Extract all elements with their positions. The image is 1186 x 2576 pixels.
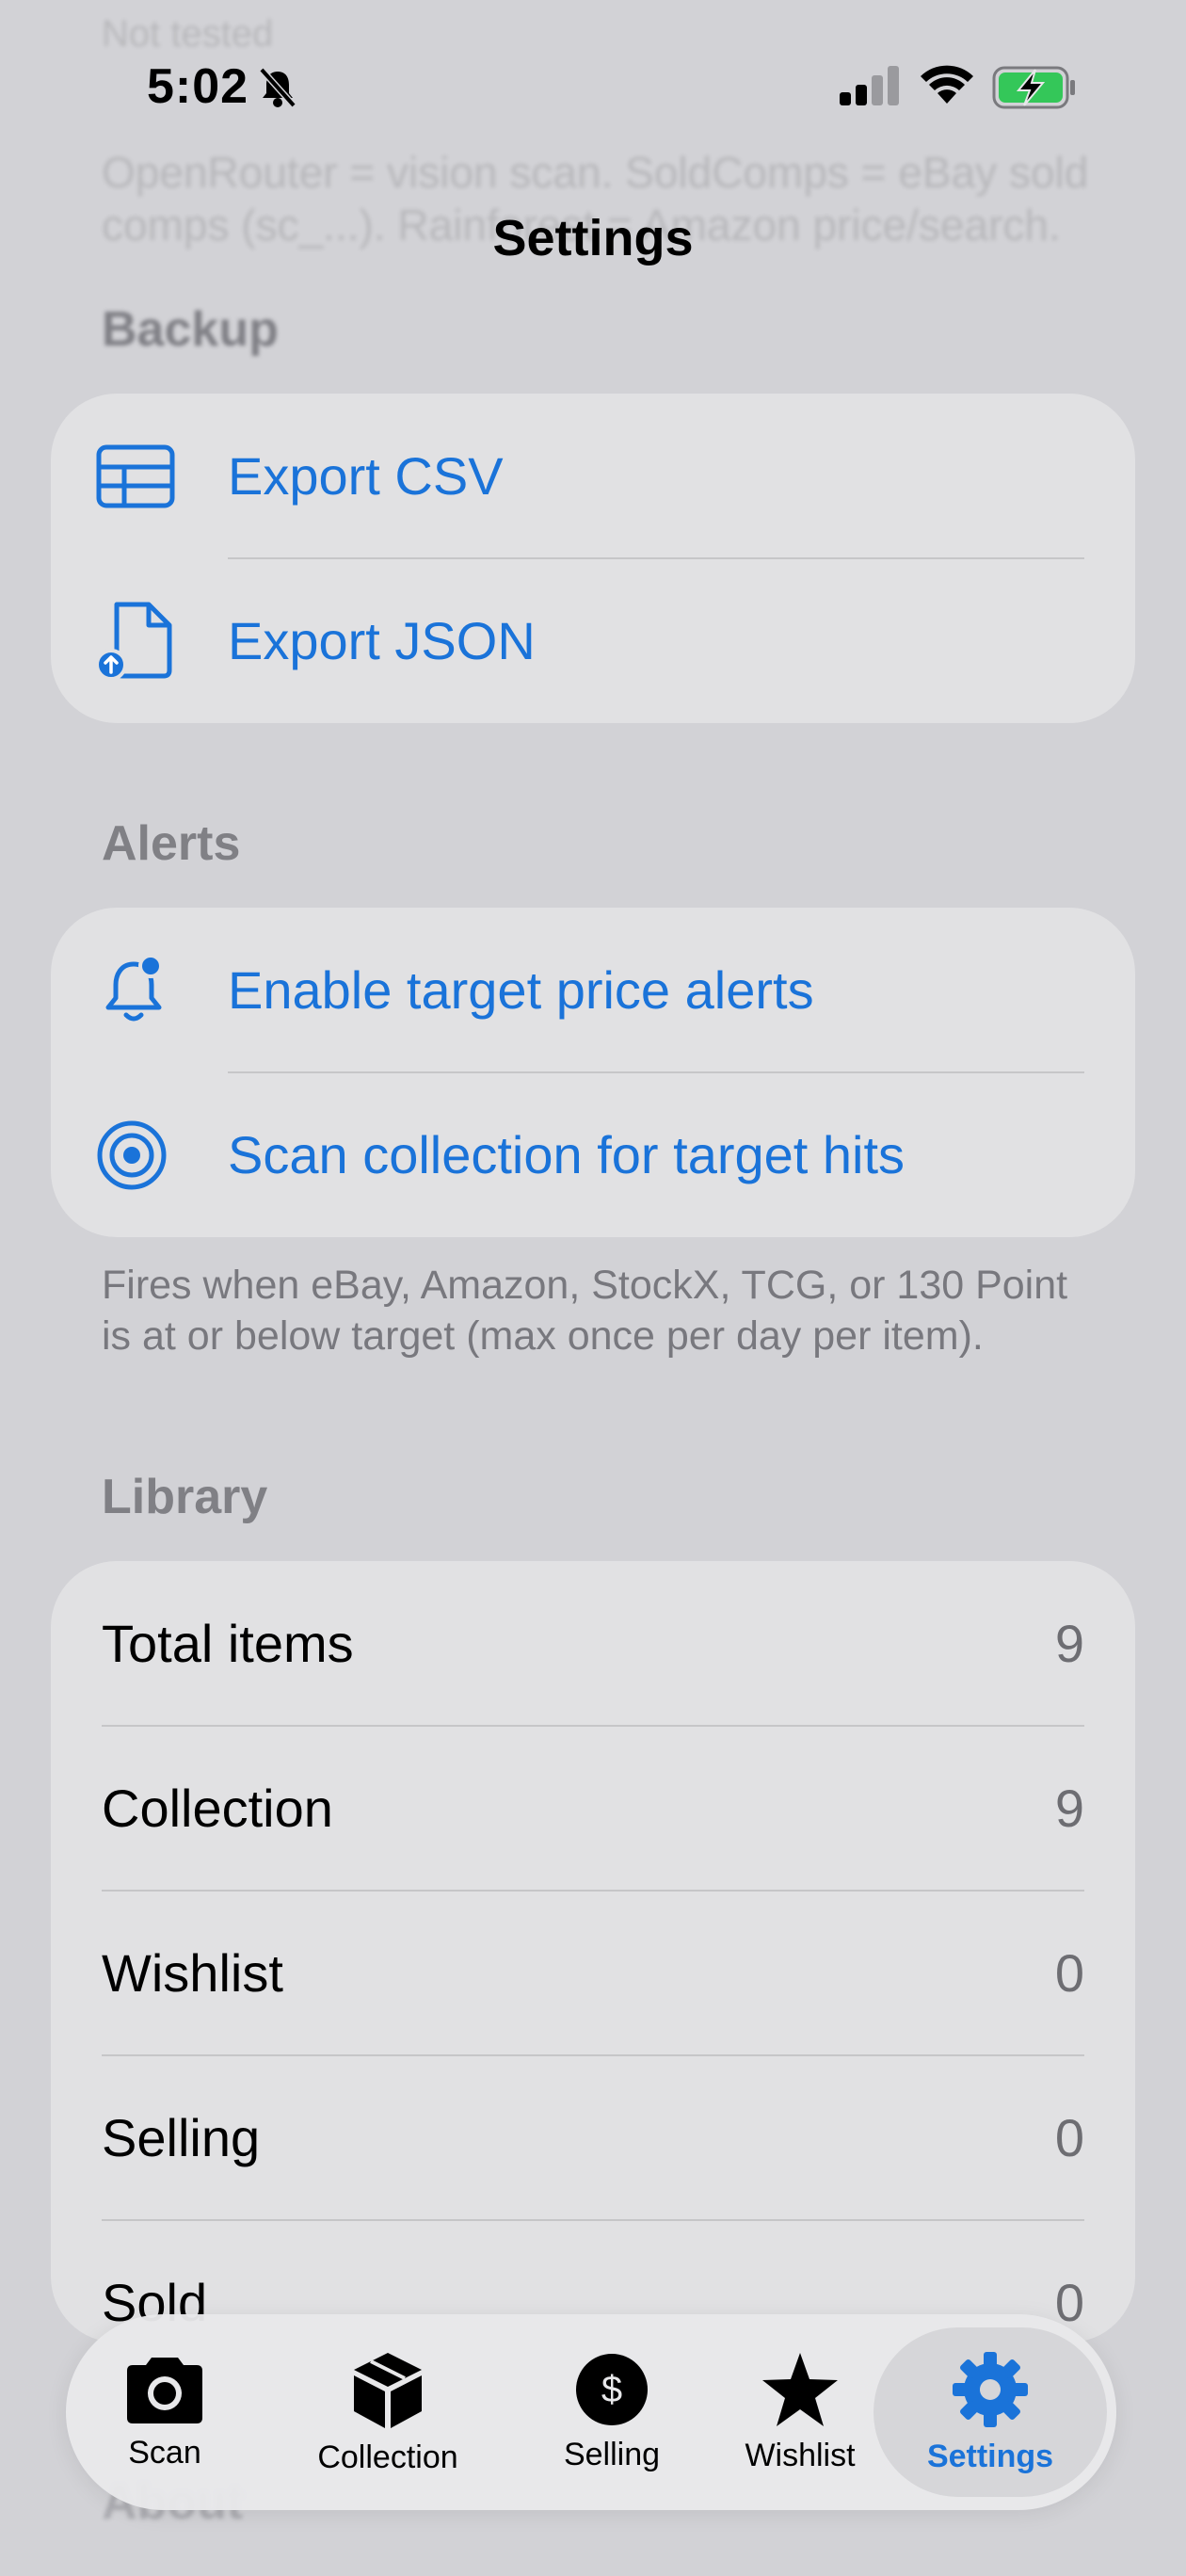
tab-label: Wishlist [745, 2437, 856, 2473]
library-row-value: 0 [1054, 2108, 1084, 2167]
target-icon [97, 1120, 167, 1189]
section-header-alerts: Alerts [102, 816, 241, 871]
alerts-footnote: Fires when eBay, Amazon, StockX, TCG, or… [102, 1263, 1068, 1359]
library-row-label: Wishlist [102, 1943, 283, 2003]
library-row-label: Collection [102, 1779, 333, 1838]
document-upload-icon [96, 602, 172, 681]
library-row-label: Selling [102, 2108, 261, 2167]
export-json-label: Export JSON [228, 611, 536, 670]
tab-wishlist[interactable]: Wishlist [734, 2314, 866, 2510]
tab-scan[interactable]: Scan [104, 2314, 226, 2510]
library-row-value: 9 [1054, 1614, 1084, 1673]
enable-target-price-alerts-button[interactable]: Enable target price alerts [51, 908, 1135, 1072]
export-json-button[interactable]: Export JSON [51, 558, 1135, 723]
library-row-value: 0 [1054, 1943, 1084, 2003]
scan-collection-target-hits-button[interactable]: Scan collection for target hits [51, 1072, 1135, 1237]
tab-selling[interactable]: $ Selling [546, 2314, 678, 2510]
cellular-signal-icon [840, 66, 899, 105]
tab-label: Selling [563, 2436, 661, 2472]
library-row-selling: Selling 0 [51, 2055, 1135, 2220]
scan-collection-label: Scan collection for target hits [228, 1125, 906, 1184]
library-row-label: Total items [102, 1614, 354, 1673]
tab-label: Scan [128, 2434, 201, 2471]
backup-card: Export CSV Export JSON [51, 394, 1135, 723]
bell-badge-icon [105, 953, 163, 1021]
battery-charging-icon [992, 66, 1075, 109]
enable-alerts-label: Enable target price alerts [228, 960, 814, 1020]
bell-slash-icon [259, 67, 296, 108]
library-row-value: 9 [1054, 1779, 1084, 1838]
library-row-collection: Collection 9 [51, 1726, 1135, 1891]
page-title: Settings [492, 210, 694, 266]
export-csv-label: Export CSV [228, 446, 504, 506]
box-icon [354, 2352, 422, 2428]
status-bar: 5:02 [0, 0, 1186, 169]
tab-label: Collection [317, 2439, 458, 2475]
wifi-icon [921, 65, 973, 104]
camera-icon [127, 2357, 202, 2423]
library-card: Total items 9 Collection 9 Wishlist 0 Se… [51, 1561, 1135, 2343]
export-csv-button[interactable]: Export CSV [51, 394, 1135, 558]
table-icon [96, 444, 175, 507]
section-header-backup: Backup [102, 302, 279, 357]
alerts-card: Enable target price alerts Scan collecti… [51, 908, 1135, 1237]
status-time: 5:02 [147, 59, 249, 114]
tab-label: Settings [926, 2438, 1054, 2474]
section-header-library: Library [102, 1470, 268, 1524]
dollar-circle-icon: $ [576, 2353, 648, 2425]
star-icon [762, 2352, 838, 2426]
library-row-total-items: Total items 9 [51, 1561, 1135, 1726]
gear-icon [953, 2351, 1028, 2427]
tab-settings[interactable]: Settings [873, 2314, 1107, 2510]
tab-bar: Scan Collection $ Selling Wishlist Setti… [66, 2314, 1116, 2510]
tab-collection[interactable]: Collection [313, 2314, 463, 2510]
svg-text:$: $ [601, 2369, 622, 2410]
library-row-wishlist: Wishlist 0 [51, 1891, 1135, 2055]
